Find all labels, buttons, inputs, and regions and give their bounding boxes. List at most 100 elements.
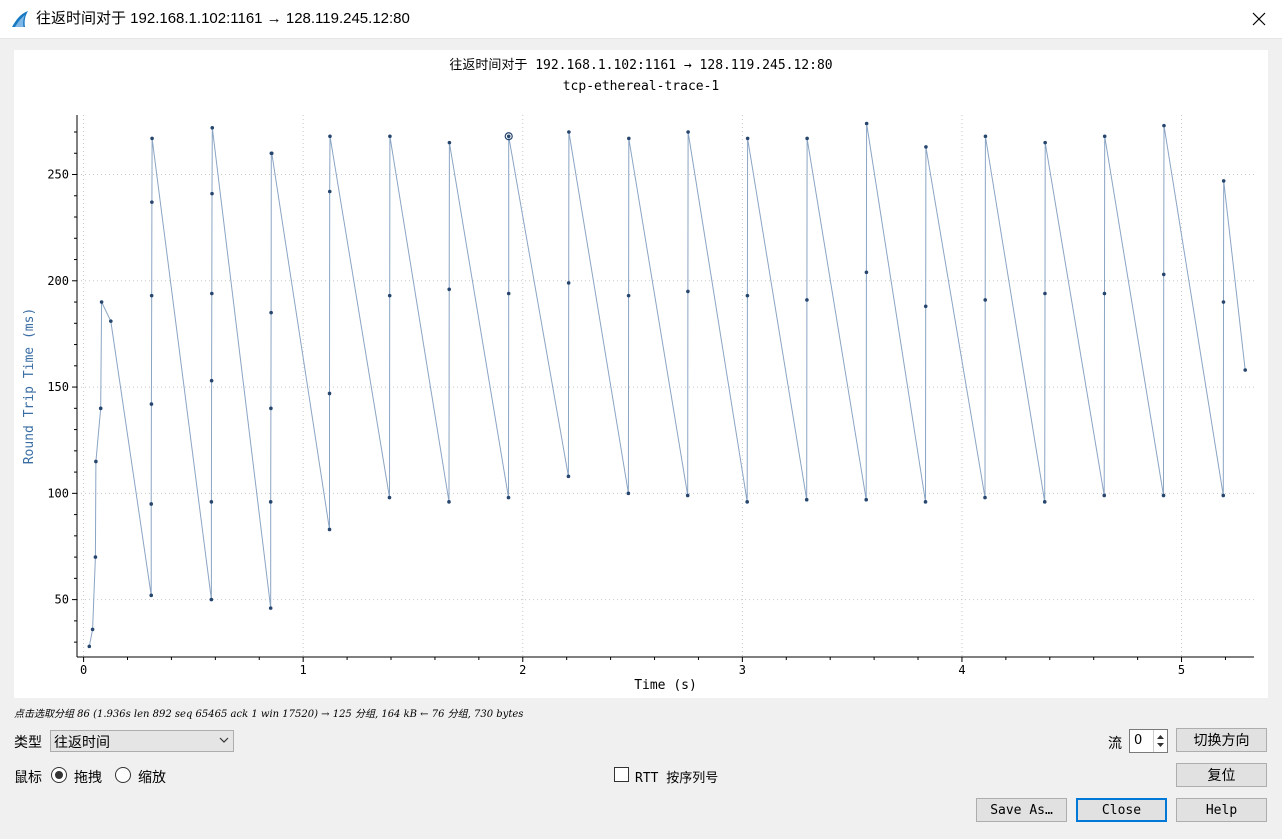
data-point bbox=[1243, 368, 1248, 372]
mouse-label: 鼠标 bbox=[14, 770, 42, 786]
data-point bbox=[150, 200, 154, 204]
data-point bbox=[745, 293, 750, 298]
rtt-by-seq-label: RTT 按序列号 bbox=[635, 771, 719, 786]
data-point bbox=[210, 191, 214, 196]
data-point bbox=[685, 493, 690, 498]
data-point bbox=[627, 136, 631, 141]
data-point bbox=[447, 140, 452, 145]
type-combobox[interactable]: 往返时间 bbox=[50, 730, 234, 752]
data-point bbox=[149, 593, 154, 598]
data-point bbox=[923, 304, 928, 309]
series-line bbox=[88, 123, 1246, 647]
radio-selected-dot bbox=[55, 771, 63, 779]
data-point bbox=[387, 495, 392, 500]
data-point bbox=[93, 555, 98, 559]
spin-up-down-icon bbox=[1157, 735, 1164, 747]
zoom-radio[interactable] bbox=[115, 767, 131, 783]
data-point bbox=[864, 497, 869, 502]
data-point bbox=[1102, 291, 1107, 296]
window-close-button[interactable] bbox=[1236, 0, 1282, 38]
data-point bbox=[864, 270, 869, 275]
data-point bbox=[686, 289, 690, 294]
data-point bbox=[447, 500, 451, 504]
data-point bbox=[745, 500, 749, 504]
data-point bbox=[566, 281, 571, 285]
x-tick-label: 3 bbox=[739, 663, 746, 677]
data-point bbox=[149, 402, 154, 406]
rtt-chart[interactable]: 0 1 2 3 4 5 50 100 150 200 250 Time (s) Round Trip T… bbox=[14, 50, 1268, 698]
x-tick-label: 2 bbox=[519, 663, 526, 677]
data-point bbox=[1102, 493, 1107, 498]
data-point bbox=[327, 527, 332, 532]
data-point bbox=[983, 495, 987, 500]
y-tick-label: 100 bbox=[47, 486, 69, 500]
data-point bbox=[87, 644, 92, 649]
data-point bbox=[269, 151, 274, 156]
rtt-by-seq-checkbox[interactable] bbox=[614, 767, 629, 782]
data-point bbox=[567, 130, 571, 134]
data-point bbox=[268, 606, 273, 610]
data-point bbox=[1161, 272, 1166, 277]
x-tick-label: 4 bbox=[958, 663, 965, 677]
close-button[interactable]: Close bbox=[1076, 798, 1167, 822]
close-icon bbox=[1252, 12, 1266, 26]
data-point bbox=[447, 287, 452, 292]
data-point bbox=[209, 500, 214, 504]
x-tick-label: 1 bbox=[300, 663, 307, 677]
title-bar: 往返时间对于 192.168.1.102:1161 → 128.119.245.… bbox=[0, 0, 1282, 39]
data-point bbox=[923, 500, 928, 504]
data-point bbox=[1102, 134, 1107, 139]
window-title: 往返时间对于 192.168.1.102:1161 → 128.119.245.… bbox=[36, 10, 410, 27]
plot-panel[interactable]: 往返时间对于 192.168.1.102:1161 → 128.119.245.… bbox=[14, 50, 1268, 698]
data-point bbox=[99, 300, 104, 304]
chevron-down-icon bbox=[219, 737, 229, 743]
data-point bbox=[686, 130, 690, 134]
data-point bbox=[626, 293, 631, 298]
help-button[interactable]: Help bbox=[1176, 798, 1267, 822]
hint-text: 点击选取分组 86 (1.936s len 892 seq 65465 ack … bbox=[14, 709, 524, 720]
data-point bbox=[983, 134, 988, 139]
data-point bbox=[1221, 300, 1226, 304]
data-point bbox=[864, 121, 869, 126]
data-point bbox=[109, 319, 113, 323]
data-point bbox=[1043, 140, 1047, 145]
data-point bbox=[924, 145, 928, 149]
data-point bbox=[805, 136, 809, 141]
data-point bbox=[210, 125, 215, 130]
x-tick-label: 5 bbox=[1178, 663, 1185, 677]
save-as-button[interactable]: Save As… bbox=[976, 798, 1067, 822]
y-tick-label: 50 bbox=[55, 593, 69, 607]
data-point bbox=[745, 136, 750, 141]
stream-spinbox[interactable]: 0 bbox=[1129, 729, 1168, 753]
y-tick-label: 250 bbox=[47, 168, 69, 182]
data-point bbox=[209, 378, 214, 383]
wireshark-fin-icon bbox=[12, 11, 28, 27]
type-label: 类型 bbox=[14, 735, 42, 751]
data-point bbox=[98, 406, 103, 411]
data-point bbox=[983, 298, 988, 302]
x-axis-label: Time (s) bbox=[634, 678, 697, 693]
data-point bbox=[268, 500, 273, 504]
type-combobox-value: 往返时间 bbox=[54, 735, 110, 751]
data-point bbox=[328, 134, 332, 139]
data-point bbox=[506, 495, 511, 500]
data-point bbox=[1221, 493, 1226, 498]
data-point bbox=[209, 597, 214, 602]
drag-radio[interactable] bbox=[51, 767, 67, 783]
switch-direction-button[interactable]: 切换方向 bbox=[1176, 728, 1267, 752]
stream-spin-arrows[interactable] bbox=[1153, 730, 1167, 752]
data-point bbox=[804, 497, 809, 502]
stream-label: 流 bbox=[1108, 736, 1122, 752]
y-axis-label: Round Trip Time (ms) bbox=[22, 308, 37, 465]
data-point bbox=[387, 293, 392, 298]
reset-button[interactable]: 复位 bbox=[1176, 763, 1267, 787]
data-point bbox=[149, 293, 154, 298]
data-point bbox=[506, 291, 511, 296]
data-point bbox=[1043, 291, 1047, 296]
data-point bbox=[1161, 493, 1166, 498]
data-point bbox=[327, 391, 332, 396]
data-point bbox=[626, 491, 631, 496]
data-point bbox=[388, 134, 392, 139]
zoom-label: 缩放 bbox=[138, 770, 166, 786]
stream-value: 0 bbox=[1134, 733, 1143, 748]
